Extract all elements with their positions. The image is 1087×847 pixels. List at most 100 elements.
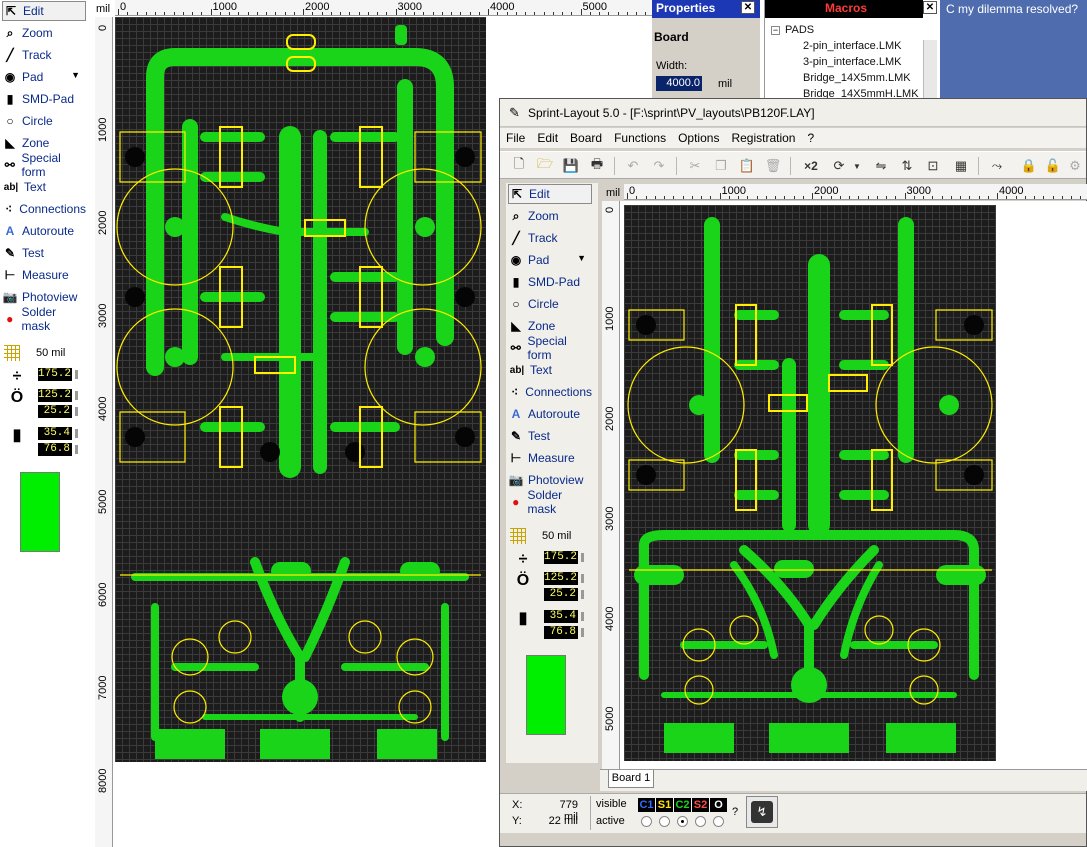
left-tool-photoview[interactable]: 📷 Photoview bbox=[2, 287, 86, 307]
ruler-horizontal-left[interactable]: 0 1000 2000 3000 4000 5000 bbox=[115, 0, 665, 16]
unlock-icon[interactable]: 🔓 bbox=[1044, 157, 1062, 175]
left-layer-color-swatch[interactable] bbox=[20, 472, 60, 552]
paste-icon[interactable]: 📋 bbox=[738, 157, 756, 175]
main-tool-measure[interactable]: ⊢ Measure bbox=[508, 448, 592, 468]
left-tool-autoroute[interactable]: A Autoroute bbox=[2, 221, 86, 241]
ruler-horizontal-main[interactable]: 0 1000 2000 3000 4000 bbox=[624, 184, 1087, 200]
connection-icon[interactable]: ⤳ bbox=[988, 157, 1006, 175]
lock-icon[interactable]: 🔒 bbox=[1020, 157, 1038, 175]
menu-registration[interactable]: Registration bbox=[725, 131, 801, 145]
left-track-width-input[interactable]: 175.2 bbox=[38, 368, 78, 381]
main-smd-width-input[interactable]: 35.4 bbox=[544, 610, 584, 623]
left-tool-pad[interactable]: ◉ Pad ▼ bbox=[2, 67, 86, 87]
layer-active-radio-s2[interactable] bbox=[695, 816, 706, 827]
main-vertical-splitter[interactable] bbox=[598, 183, 602, 793]
layer-active-radio-c1[interactable] bbox=[641, 816, 652, 827]
left-tool-zone[interactable]: ◣ Zone bbox=[2, 133, 86, 153]
main-tool-special-form[interactable]: ⚯ Special form bbox=[508, 334, 592, 362]
left-tool-track[interactable]: ╱ Track bbox=[2, 45, 86, 65]
macro-item[interactable]: 3-pin_interface.LMK bbox=[803, 56, 901, 68]
left-tool-zoom[interactable]: ⌕ Zoom bbox=[2, 23, 86, 43]
rotate-icon[interactable]: ⟳ bbox=[830, 157, 848, 175]
layer-active-radio-s1[interactable] bbox=[659, 816, 670, 827]
left-tool-test[interactable]: ✎ Test bbox=[2, 243, 86, 263]
open-folder-icon[interactable]: 🗁 bbox=[536, 156, 554, 175]
ruler-vertical-main[interactable]: 0 1000 2000 3000 4000 5000 bbox=[602, 201, 620, 769]
left-tool-solder-mask[interactable]: ● Solder mask bbox=[2, 305, 86, 333]
ruler-vertical-left[interactable]: 0 1000 2000 3000 4000 5000 6000 7000 8000 bbox=[95, 17, 113, 847]
close-properties-button[interactable]: ✕ bbox=[741, 1, 755, 14]
left-tool-special-form[interactable]: ⚯ Special form bbox=[2, 151, 86, 179]
cut-icon[interactable]: ✂ bbox=[686, 157, 704, 175]
main-pad-inner-input[interactable]: 25.2 bbox=[544, 588, 584, 601]
left-tool-smd-pad[interactable]: ▮ SMD-Pad bbox=[2, 89, 86, 109]
menu-board[interactable]: Board bbox=[564, 131, 608, 145]
layer-help-button[interactable]: ? bbox=[732, 806, 738, 818]
undo-icon[interactable]: ↶ bbox=[624, 157, 642, 175]
align-icon[interactable]: ⇅ bbox=[898, 157, 916, 175]
main-tool-smd-pad[interactable]: ▮ SMD-Pad bbox=[508, 272, 592, 292]
main-tool-connections[interactable]: ⁖ Connections bbox=[508, 382, 592, 402]
layer-active-radio-o[interactable] bbox=[713, 816, 724, 827]
main-layer-color-swatch[interactable] bbox=[526, 655, 566, 735]
main-tool-circle[interactable]: ○ Circle bbox=[508, 294, 592, 314]
main-tool-track[interactable]: ╱ Track bbox=[508, 228, 592, 248]
board-width-input[interactable]: 4000.0 bbox=[656, 76, 702, 91]
macros-tree-root[interactable]: PADS bbox=[785, 24, 814, 36]
macro-item[interactable]: 2-pin_interface.LMK bbox=[803, 40, 901, 52]
settings-icon[interactable]: ⚙ bbox=[1066, 157, 1084, 175]
pcb-canvas-main[interactable] bbox=[624, 205, 996, 761]
layer-visible-c1[interactable]: C1 bbox=[638, 798, 655, 812]
left-pad-inner-input[interactable]: 25.2 bbox=[38, 405, 78, 418]
close-macros-button[interactable]: ✕ bbox=[923, 1, 937, 14]
print-icon[interactable]: 🖶 bbox=[588, 156, 606, 175]
left-smd-width-input[interactable]: 35.4 bbox=[38, 427, 78, 440]
layer-active-radio-c2[interactable] bbox=[677, 816, 688, 827]
left-tool-measure[interactable]: ⊢ Measure bbox=[2, 265, 86, 285]
main-tool-autoroute[interactable]: A Autoroute bbox=[508, 404, 592, 424]
copy-icon[interactable]: ❐ bbox=[712, 157, 730, 175]
menu-edit[interactable]: Edit bbox=[531, 131, 564, 145]
left-grid-selector[interactable]: 50 mil bbox=[4, 344, 88, 362]
main-grid-selector[interactable]: 50 mil bbox=[510, 527, 594, 545]
left-tool-edit[interactable]: ⇱ Edit bbox=[2, 1, 86, 21]
macro-item[interactable]: Bridge_14X5mm.LMK bbox=[803, 72, 911, 84]
main-pad-outer-input[interactable]: 125.2 bbox=[544, 572, 584, 585]
tab-board-1[interactable]: Board 1 bbox=[608, 770, 654, 788]
main-tool-zoom[interactable]: ⌕ Zoom bbox=[508, 206, 592, 226]
background-window-title[interactable]: C my dilemma resolved? bbox=[940, 0, 1087, 98]
menu-options[interactable]: Options bbox=[672, 131, 725, 145]
main-tool-edit[interactable]: ⇱ Edit bbox=[508, 184, 592, 204]
main-tool-photoview[interactable]: 📷 Photoview bbox=[508, 470, 592, 490]
menu-file[interactable]: File bbox=[500, 131, 531, 145]
macros-scrollbar[interactable] bbox=[923, 40, 937, 98]
layer-visible-s2[interactable]: S2 bbox=[692, 798, 709, 812]
window-titlebar[interactable]: ✎ Sprint-Layout 5.0 - [F:\sprint\PV_layo… bbox=[500, 99, 1086, 127]
layer-visible-c2[interactable]: C2 bbox=[674, 798, 691, 812]
main-tool-test[interactable]: ✎ Test bbox=[508, 426, 592, 446]
layer-visible-s1[interactable]: S1 bbox=[656, 798, 673, 812]
main-tool-solder-mask[interactable]: ● Solder mask bbox=[508, 488, 592, 516]
main-smd-height-input[interactable]: 76.8 bbox=[544, 626, 584, 639]
left-smd-height-input[interactable]: 76.8 bbox=[38, 443, 78, 456]
main-tool-zone[interactable]: ◣ Zone bbox=[508, 316, 592, 336]
duplicate-icon[interactable]: ×2 bbox=[802, 157, 820, 175]
new-file-icon[interactable]: 🗋 bbox=[510, 156, 528, 175]
pad-dropdown-icon[interactable]: ▼ bbox=[577, 253, 586, 263]
left-tool-circle[interactable]: ○ Circle bbox=[2, 111, 86, 131]
main-track-width-input[interactable]: 175.2 bbox=[544, 551, 584, 564]
layer-visible-o[interactable]: O bbox=[710, 798, 727, 812]
menu-help[interactable]: ? bbox=[801, 131, 820, 145]
main-tool-text[interactable]: ab| Text bbox=[508, 360, 592, 380]
left-tool-text[interactable]: ab| Text bbox=[2, 177, 86, 197]
pcb-canvas-left[interactable] bbox=[115, 17, 486, 762]
pad-dropdown-icon[interactable]: ▼ bbox=[71, 70, 80, 80]
left-tool-connections[interactable]: ⁖ Connections bbox=[2, 199, 86, 219]
menu-functions[interactable]: Functions bbox=[608, 131, 672, 145]
delete-icon[interactable]: 🗑 bbox=[764, 157, 782, 175]
main-tool-pad[interactable]: ◉ Pad ▼ bbox=[508, 250, 592, 270]
save-icon[interactable]: 💾 bbox=[562, 157, 580, 175]
ratsnest-button[interactable]: ↯ bbox=[746, 796, 778, 828]
component-icon[interactable]: ▦ bbox=[952, 157, 970, 175]
group-icon[interactable]: ⊡ bbox=[924, 157, 942, 175]
